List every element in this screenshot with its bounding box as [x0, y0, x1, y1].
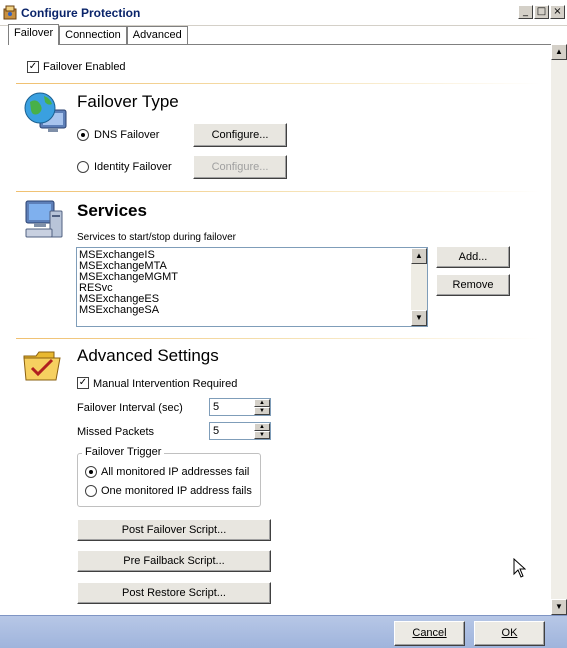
close-button[interactable]: ×	[550, 5, 565, 19]
failover-trigger-legend: Failover Trigger	[82, 446, 165, 458]
tab-connection[interactable]: Connection	[59, 26, 127, 45]
manual-intervention-label: Manual Intervention Required	[93, 378, 238, 390]
one-ip-fail-label: One monitored IP address fails	[101, 485, 252, 497]
pre-failback-script-button[interactable]: Pre Failback Script...	[77, 550, 271, 572]
dialog-footer: Cancel OK	[0, 615, 567, 648]
folder-check-icon	[22, 346, 62, 384]
missed-packets-stepper[interactable]: 5 ▲ ▼	[209, 422, 271, 440]
failover-enabled-checkbox[interactable]: ✓	[27, 61, 39, 73]
dns-failover-label: DNS Failover	[94, 129, 160, 141]
list-item[interactable]: MSExchangeMGMT	[77, 272, 427, 283]
services-heading: Services	[77, 201, 147, 220]
failover-type-heading: Failover Type	[77, 92, 179, 111]
remove-service-button[interactable]: Remove	[436, 274, 510, 296]
one-ip-fail-radio[interactable]	[85, 485, 97, 497]
scroll-up-icon[interactable]: ▲	[551, 44, 567, 60]
services-scrollbar[interactable]: ▲ ▼	[411, 248, 427, 326]
scroll-up-icon[interactable]: ▲	[411, 248, 427, 264]
section-separator	[16, 83, 541, 84]
section-separator	[16, 338, 541, 339]
services-listbox[interactable]: MSExchangeIS MSExchangeMTA MSExchangeMGM…	[76, 247, 428, 327]
identity-failover-radio[interactable]	[77, 161, 89, 173]
advanced-settings-heading: Advanced Settings	[77, 346, 219, 365]
services-list-label: Services to start/stop during failover	[77, 232, 236, 243]
title-bar: Configure Protection _ □ ×	[0, 0, 567, 26]
add-service-button[interactable]: Add...	[436, 246, 510, 268]
mouse-cursor-icon	[513, 558, 526, 578]
spin-up-icon[interactable]: ▲	[254, 399, 270, 407]
cancel-button[interactable]: Cancel	[394, 621, 465, 646]
post-restore-script-button[interactable]: Post Restore Script...	[77, 582, 271, 604]
all-ip-fail-radio[interactable]	[85, 466, 97, 478]
spin-down-icon[interactable]: ▼	[254, 407, 270, 415]
tab-failover[interactable]: Failover	[8, 24, 60, 45]
window-title: Configure Protection	[21, 6, 141, 20]
failover-trigger-group	[77, 453, 261, 507]
failover-interval-stepper[interactable]: 5 ▲ ▼	[209, 398, 271, 416]
spin-down-icon[interactable]: ▼	[254, 431, 270, 439]
failover-interval-label: Failover Interval (sec)	[77, 402, 183, 414]
app-icon	[3, 5, 18, 20]
identity-configure-button[interactable]: Configure...	[193, 155, 287, 179]
maximize-button[interactable]: □	[534, 5, 549, 19]
tab-advanced[interactable]: Advanced	[126, 26, 188, 45]
ok-button[interactable]: OK	[474, 621, 545, 646]
post-failover-script-button[interactable]: Post Failover Script...	[77, 519, 271, 541]
list-item[interactable]: MSExchangeSA	[77, 305, 427, 316]
scroll-down-icon[interactable]: ▼	[411, 310, 427, 326]
missed-packets-value[interactable]: 5	[213, 425, 219, 437]
all-ip-fail-label: All monitored IP addresses fail	[101, 466, 250, 478]
manual-intervention-checkbox[interactable]: ✓	[77, 377, 89, 389]
cancel-button-label: Cancel	[412, 627, 447, 639]
dns-configure-button[interactable]: Configure...	[193, 123, 287, 147]
ok-button-label: OK	[501, 627, 518, 639]
spin-up-icon[interactable]: ▲	[254, 423, 270, 431]
missed-packets-label: Missed Packets	[77, 426, 155, 438]
dns-failover-radio[interactable]	[77, 129, 89, 141]
failover-interval-value[interactable]: 5	[213, 401, 219, 413]
tab-strip: Failover Connection Advanced	[8, 24, 188, 45]
minimize-button[interactable]: _	[518, 5, 533, 19]
failover-panel: ✓ Failover Enabled Failover Type DNS Fai…	[8, 45, 551, 615]
failover-enabled-label: Failover Enabled	[43, 61, 126, 73]
scroll-down-icon[interactable]: ▼	[551, 599, 567, 615]
identity-failover-label: Identity Failover	[94, 161, 172, 173]
main-scrollbar[interactable]: ▲ ▼	[551, 44, 567, 615]
globe-computer-icon	[22, 90, 68, 134]
computer-icon	[22, 197, 66, 241]
section-separator	[16, 191, 541, 192]
